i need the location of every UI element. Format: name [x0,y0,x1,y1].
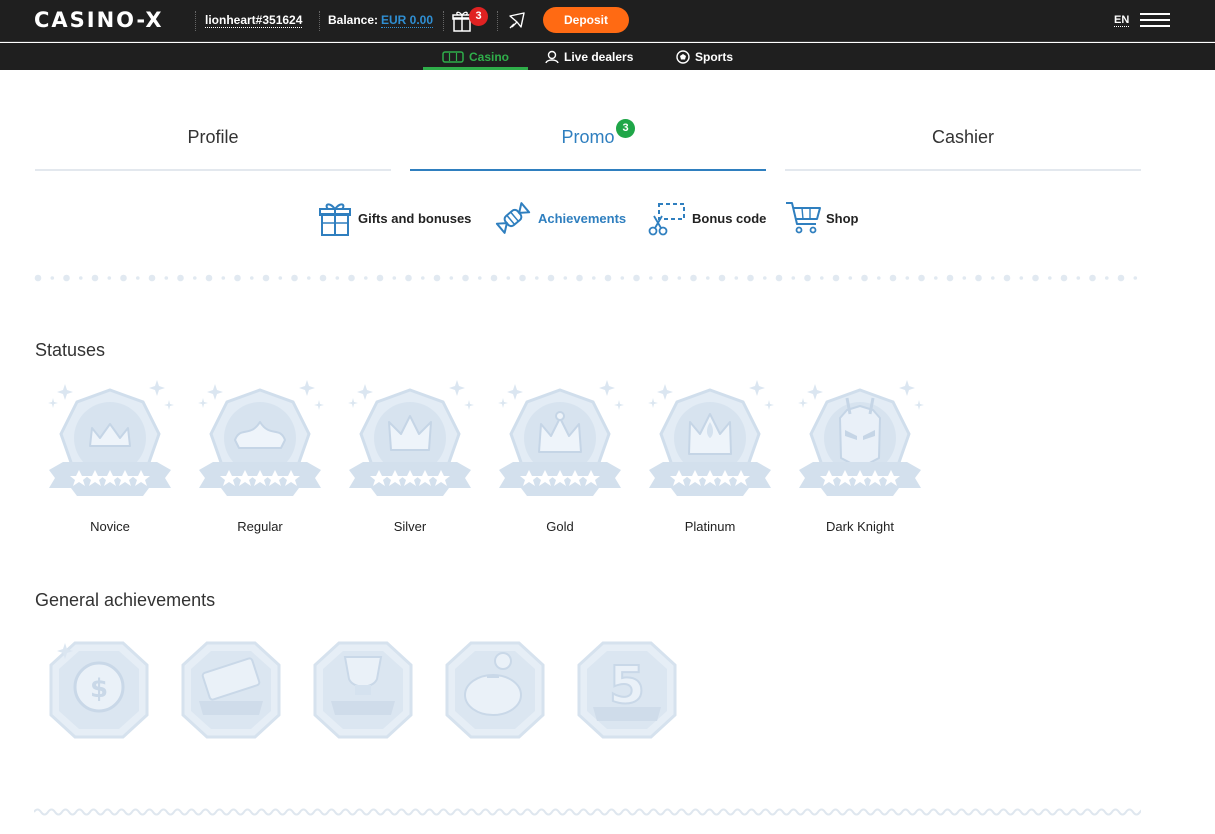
candy-icon [495,202,531,234]
nav-label: Casino [468,49,509,64]
divider [319,11,320,31]
nav-casino[interactable]: Casino [423,43,528,70]
promo-count-badge: 3 [616,119,635,138]
wave-divider [34,808,1141,816]
subtab-label: Achievements [538,210,627,226]
deposit-button[interactable]: Deposit [543,7,629,33]
rocket-icon[interactable] [507,11,527,31]
achievement-badge-icon [445,641,545,739]
status-label: Regular [237,519,283,534]
tab-promo[interactable]: Promo [410,110,766,171]
coin-achievement[interactable]: $ [45,635,153,743]
status-item[interactable]: Silver [345,378,475,538]
divider [443,11,444,31]
status-badge-icon [48,380,174,496]
subtab-shop[interactable]: Shop [785,199,859,237]
scissors-icon [648,203,685,236]
slot-icon [442,50,464,63]
status-item[interactable]: Regular [195,378,325,538]
hamburger-menu-icon[interactable] [1140,13,1170,27]
statuses-title: Statuses [35,340,106,360]
combo-5-achievement[interactable]: 5 [573,635,681,743]
status-label: Gold [546,519,574,534]
cart-icon [786,202,821,234]
ball-icon [676,49,690,64]
nav-live-dealers[interactable]: Live dealers [545,43,633,70]
status-item[interactable]: Dark Knight [795,378,925,538]
language-selector[interactable]: EN [1114,14,1130,27]
achievement-badge-icon [313,641,413,739]
tab-cashier[interactable]: Cashier [785,110,1141,171]
achievement-badge-icon: $ [49,641,149,739]
achievement-badge-icon [181,641,281,739]
subtab-achievements[interactable]: Achievements [494,199,626,237]
status-badge-icon [498,380,624,496]
dealer-icon [545,50,559,63]
status-item[interactable]: Platinum [645,378,775,538]
casino-logo[interactable]: CASINO-X [34,9,164,31]
status-label: Silver [393,519,427,534]
nav-label: Live dealers [564,49,634,64]
achievement-badge-icon: 5 [577,641,677,739]
status-label: Platinum [684,519,736,534]
subtab-label: Bonus code [692,210,767,226]
dotted-divider [34,274,1138,282]
section-nav: Casino Live dealers Sports [0,43,1215,70]
gift-count-badge: 3 [469,7,488,26]
status-badge-icon [648,380,774,496]
status-badge-icon [798,380,924,496]
subtab-label: Gifts and bonuses [358,210,472,226]
subtab-gifts[interactable]: Gifts and bonuses [318,199,471,237]
subtab-bonus-code[interactable]: Bonus code [648,199,766,237]
cup-winner-achievement[interactable] [309,635,417,743]
svg-text:$: $ [90,674,108,704]
status-item[interactable]: Gold [495,378,625,538]
status-item[interactable]: Novice [45,378,175,538]
nav-label: Sports [695,49,734,64]
divider [195,11,196,31]
status-label: Dark Knight [826,519,894,534]
username-link[interactable]: lionheart#351624 [205,13,303,28]
top-bar: CASINO-X lionheart#351624 Balance: EUR 0… [0,0,1215,42]
divider [497,11,498,31]
subtab-label: Shop [826,210,859,226]
lottery-winner-achievement[interactable] [177,635,285,743]
tab-profile[interactable]: Profile [35,110,391,171]
piggy-bank-achievement[interactable] [441,635,549,743]
status-badge-icon [348,380,474,496]
nav-sports[interactable]: Sports [676,43,733,70]
status-badge-icon [198,380,324,496]
general-achievements-title: General achievements [35,590,216,610]
gift-icon [319,203,351,236]
balance-value[interactable]: EUR 0.00 [381,13,434,28]
balance-label: Balance: [328,13,379,27]
status-label: Novice [90,519,130,534]
